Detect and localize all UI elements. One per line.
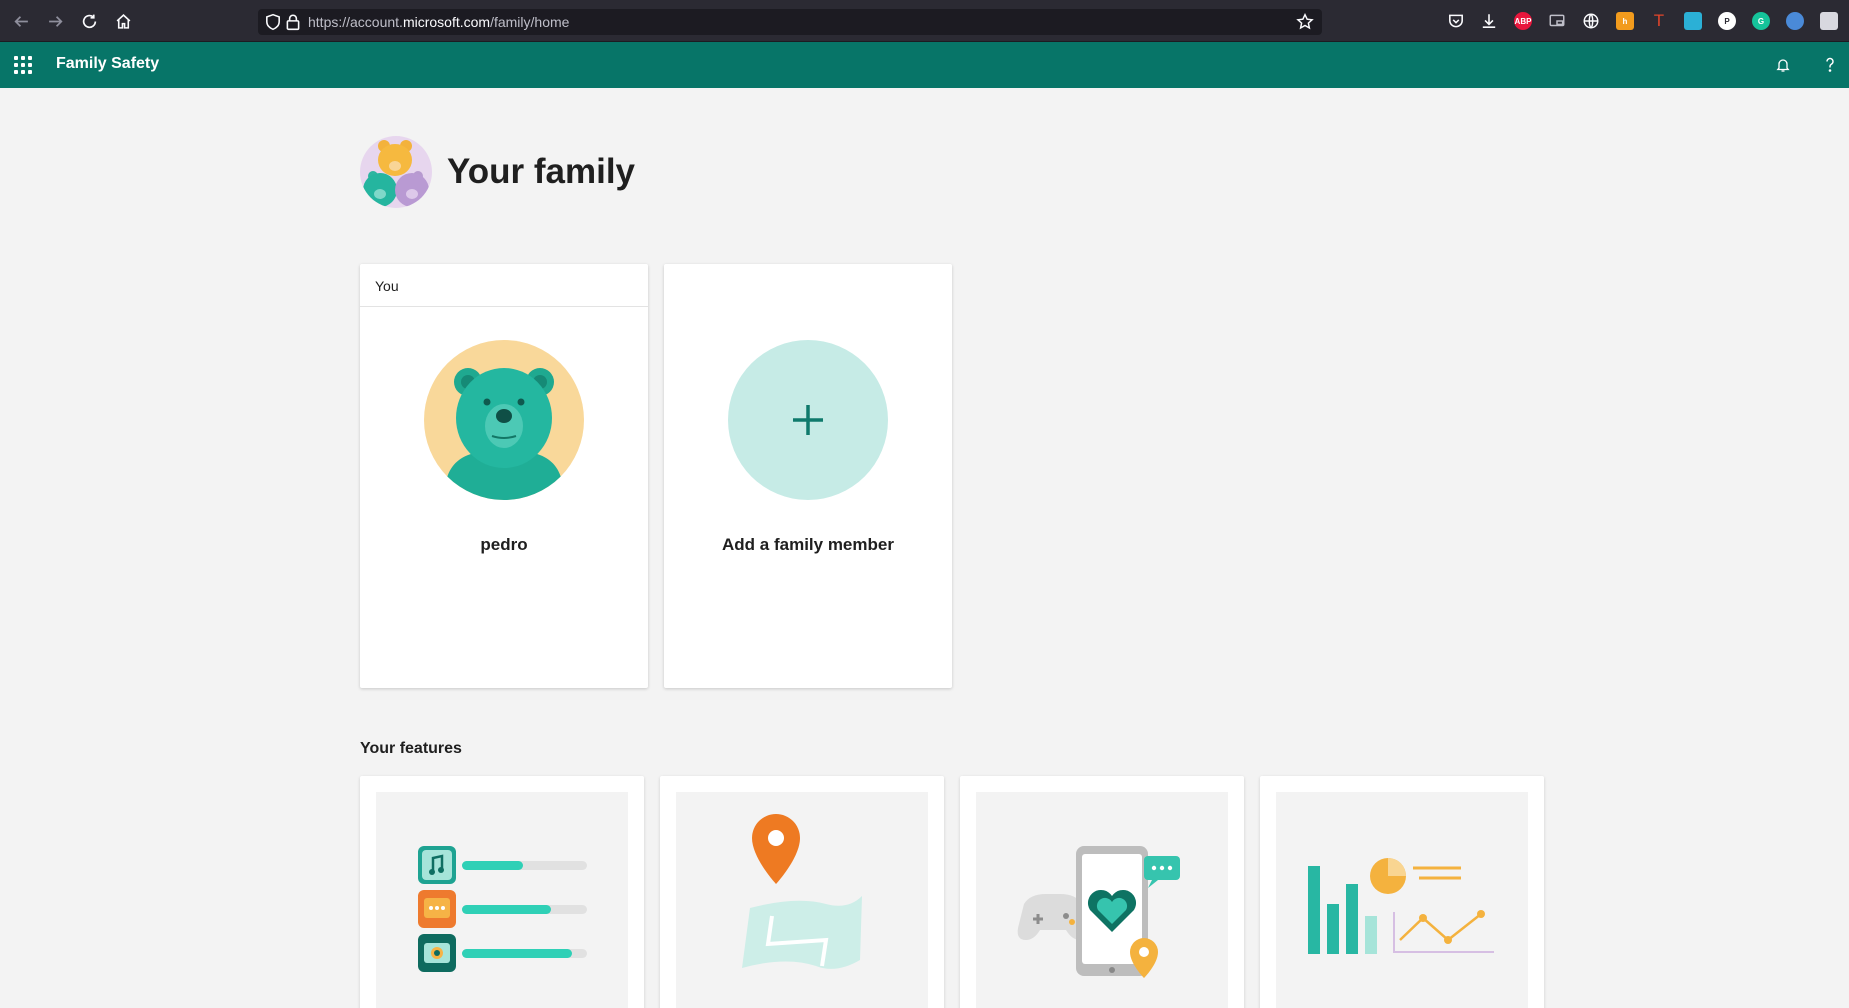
address-bar[interactable]: https://account.microsoft.com/family/hom… [258,9,1322,35]
feature-card-activity[interactable] [1260,776,1544,1008]
adblock-icon[interactable]: ABP [1514,12,1532,30]
add-family-member-card[interactable]: Add a family member [664,264,952,688]
pocket-icon[interactable] [1447,12,1465,30]
globe-icon[interactable] [1582,12,1600,30]
app-launcher-icon[interactable] [14,56,32,74]
url-host: microsoft.com [402,14,491,30]
forward-button[interactable] [43,9,67,33]
home-button[interactable] [111,9,135,33]
add-member-button[interactable] [728,340,888,500]
help-icon[interactable] [1819,54,1841,76]
grammarly-icon[interactable]: G [1752,12,1770,30]
lock-icon[interactable] [284,13,302,31]
location-map-illustration [676,792,928,1008]
extensions-menu-icon[interactable] [1820,12,1838,30]
tracking-shield-icon[interactable] [264,13,282,31]
member-name: pedro [480,535,528,554]
extension-icon[interactable] [1786,12,1804,30]
reload-icon [82,14,96,28]
save-extension-icon[interactable] [1684,12,1702,30]
app-title[interactable]: Family Safety [56,55,159,73]
app-header: Family Safety [0,42,1849,88]
feature-card-screen-time[interactable] [360,776,644,1008]
notifications-bell-icon[interactable] [1772,54,1794,76]
page-title: Your family [447,152,636,191]
arrow-right-icon [48,15,63,27]
bookmark-star-icon[interactable] [1296,13,1314,31]
downloads-icon[interactable] [1480,12,1498,30]
url-prefix: https://account. [308,14,403,30]
features-section-title: Your features [360,740,462,757]
honey-extension-icon[interactable]: h [1616,12,1634,30]
reload-button[interactable] [77,9,101,33]
translate-extension-icon[interactable]: T [1650,11,1668,30]
family-group-avatar [360,136,432,208]
browser-toolbar: https://account.microsoft.com/family/hom… [0,0,1849,42]
back-button[interactable] [9,9,33,33]
feature-card-safety[interactable] [960,776,1244,1008]
member-avatar [424,340,584,500]
safety-devices-illustration [976,792,1228,1008]
url-text[interactable]: https://account.microsoft.com/family/hom… [308,14,569,30]
arrow-left-icon [13,15,28,27]
p-extension-icon[interactable]: P [1718,12,1736,30]
plus-icon [793,405,823,435]
family-member-card[interactable]: You pedro [360,264,648,688]
picture-in-picture-icon[interactable] [1548,12,1566,30]
feature-card-location[interactable] [660,776,944,1008]
add-member-label: Add a family member [722,535,894,554]
screen-time-illustration [376,792,628,1008]
home-icon [116,13,130,29]
member-card-header: You [360,264,648,307]
activity-charts-illustration [1276,792,1528,1008]
url-path: /family/home [490,14,570,30]
